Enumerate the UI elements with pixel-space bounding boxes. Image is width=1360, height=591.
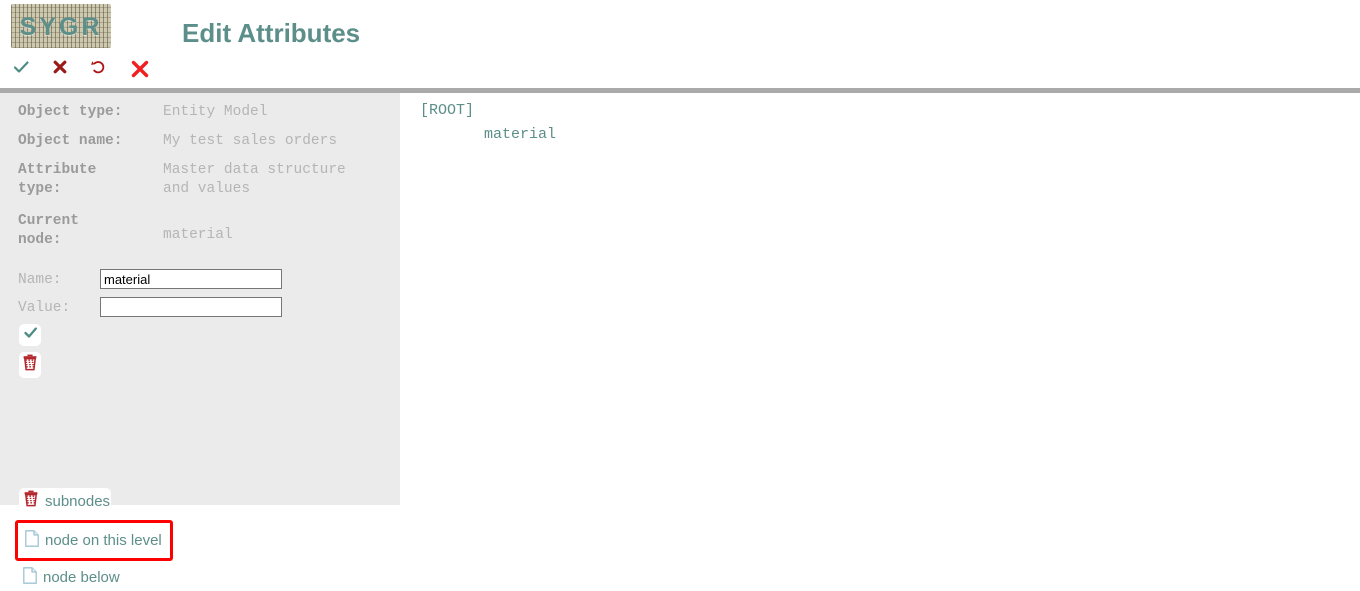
cross-bold-icon	[47, 58, 73, 76]
toolbar-close-button[interactable]	[127, 58, 153, 84]
undo-arrow-icon	[86, 58, 112, 76]
detail-label: Attribute type:	[18, 162, 97, 197]
detail-label: Object name:	[18, 133, 123, 149]
tree-node-root[interactable]: [ROOT]	[420, 102, 474, 119]
value-field-label: Value:	[18, 300, 71, 316]
value-input[interactable]	[100, 297, 282, 317]
new-node-below-button[interactable]: node below	[19, 564, 126, 591]
new-node-same-level-button[interactable]: node on this level	[15, 520, 173, 561]
new-node-same-level-label: node on this level	[45, 532, 162, 549]
trash-icon	[23, 490, 39, 513]
check-icon	[8, 58, 34, 76]
detail-value: Master data structure and values	[163, 162, 346, 197]
tree-node-material[interactable]: material	[484, 126, 556, 143]
detail-value: My test sales orders	[163, 133, 338, 149]
delete-subnodes-button[interactable]: subnodes	[19, 488, 111, 514]
logo-text: SYGR	[19, 13, 103, 41]
app-logo: SYGR	[11, 4, 111, 48]
app-header: SYGR Edit Attributes	[0, 0, 1360, 90]
attributes-panel: Object type: Entity Model Object name: M…	[0, 93, 400, 591]
new-node-below-label: node below	[43, 569, 120, 586]
delete-subnodes-label: subnodes	[45, 492, 111, 510]
detail-value: material	[163, 227, 233, 243]
name-field-label: Name:	[18, 272, 62, 288]
page-title: Edit Attributes	[182, 18, 361, 48]
document-icon	[23, 566, 37, 589]
detail-label: Object type:	[18, 104, 123, 120]
detail-label: Current node:	[18, 213, 79, 248]
detail-value: Entity Model	[163, 104, 268, 120]
name-input[interactable]	[100, 269, 282, 289]
toolbar-confirm-button[interactable]	[8, 58, 34, 84]
toolbar-undo-button[interactable]	[86, 58, 112, 84]
delete-node-button[interactable]	[19, 352, 41, 378]
check-icon	[23, 325, 38, 345]
apply-button[interactable]	[19, 324, 41, 346]
close-x-icon	[127, 58, 153, 80]
document-icon	[25, 529, 39, 552]
node-tree-panel: [ROOT] material	[400, 93, 1360, 511]
trash-icon	[22, 354, 38, 377]
toolbar-cancel-button[interactable]	[47, 58, 73, 84]
